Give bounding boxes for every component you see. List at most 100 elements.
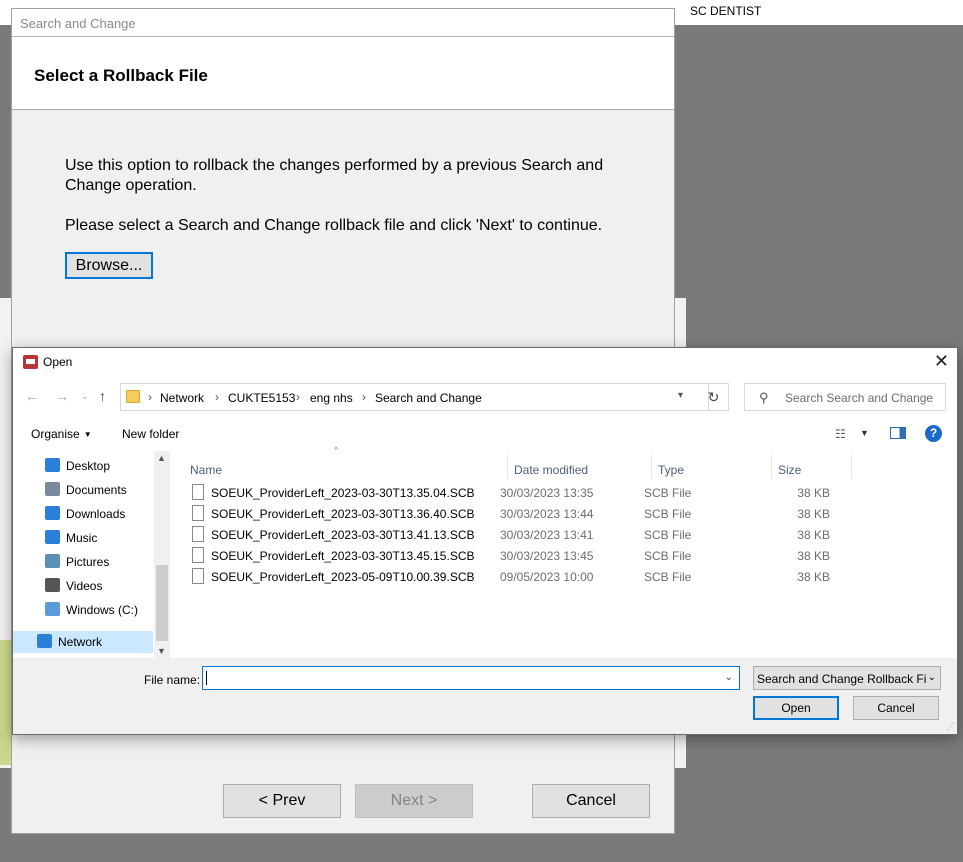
- breadcrumb-separator-icon: ›: [148, 390, 152, 404]
- file-size: 38 KB: [797, 507, 830, 521]
- dialog-title: Open: [43, 355, 73, 369]
- file-name: SOEUK_ProviderLeft_2023-03-30T13.36.40.S…: [211, 507, 475, 521]
- nav-item-desktop[interactable]: Desktop: [13, 455, 153, 477]
- file-size: 38 KB: [797, 528, 830, 542]
- next-button[interactable]: Next >: [355, 784, 473, 818]
- file-row[interactable]: SOEUK_ProviderLeft_2023-03-30T13.41.13.S…: [190, 524, 840, 545]
- breadcrumb-network[interactable]: Network: [160, 391, 204, 405]
- file-type: SCB File: [644, 528, 692, 542]
- chevron-down-icon[interactable]: ⌄: [725, 672, 733, 683]
- column-header-size[interactable]: Size: [772, 455, 852, 479]
- nav-item-documents[interactable]: Documents: [13, 479, 153, 501]
- column-header-type[interactable]: Type: [652, 455, 772, 479]
- file-type-select[interactable]: Search and Change Rollback Fil ⌄: [753, 666, 941, 690]
- prev-button[interactable]: < Prev: [223, 784, 341, 818]
- nav-item-network[interactable]: Network: [13, 631, 153, 653]
- wizard-titlebar: Search and Change: [12, 9, 674, 37]
- file-name: SOEUK_ProviderLeft_2023-03-30T13.45.15.S…: [211, 549, 475, 563]
- folder-icon: [126, 390, 140, 403]
- file-size: 38 KB: [797, 486, 830, 500]
- breadcrumb-computer[interactable]: CUKTE5153: [228, 391, 295, 405]
- forward-arrow-icon[interactable]: →: [55, 388, 69, 404]
- file-size: 38 KB: [797, 570, 830, 584]
- dialog-footer: File name: ⌄ Search and Change Rollback …: [13, 658, 957, 734]
- navigation-scrollbar[interactable]: ▲ ▼: [154, 451, 170, 658]
- organise-button[interactable]: Organise ▼: [31, 427, 92, 441]
- column-header-name[interactable]: Name: [184, 455, 508, 479]
- videos-icon: [45, 578, 60, 592]
- address-row: ← → ⌄ ↑ › Network › CUKTE5153 › eng nhs …: [13, 382, 957, 412]
- back-arrow-icon[interactable]: ←: [25, 388, 39, 404]
- view-options-icon[interactable]: ☷: [835, 427, 846, 441]
- file-name: SOEUK_ProviderLeft_2023-03-30T13.35.04.S…: [211, 486, 475, 500]
- file-date: 30/03/2023 13:44: [500, 507, 594, 521]
- file-type: SCB File: [644, 570, 692, 584]
- app-icon: [23, 355, 38, 369]
- preview-pane-icon[interactable]: [890, 427, 906, 439]
- file-type: SCB File: [644, 486, 692, 500]
- nav-item-label: Windows (C:): [66, 603, 139, 617]
- wizard-instruction: Please select a Search and Change rollba…: [65, 217, 603, 234]
- scroll-up-icon[interactable]: ▲: [157, 453, 166, 463]
- column-header-date[interactable]: Date modified: [508, 455, 652, 479]
- file-date: 09/05/2023 10:00: [500, 570, 594, 584]
- refresh-icon[interactable]: ↻: [699, 383, 729, 411]
- breadcrumb-share[interactable]: eng nhs: [310, 391, 353, 405]
- file-type-value: Search and Change Rollback Fil: [757, 672, 930, 686]
- resize-grip-icon[interactable]: ⋰: [946, 721, 955, 732]
- file-name: SOEUK_ProviderLeft_2023-05-09T10.00.39.S…: [211, 570, 475, 584]
- file-size: 38 KB: [797, 549, 830, 563]
- breadcrumb-separator-icon: ›: [362, 390, 366, 404]
- open-button[interactable]: Open: [753, 696, 839, 720]
- browse-button[interactable]: Browse...: [65, 252, 153, 279]
- close-icon[interactable]: ✕: [934, 351, 949, 371]
- wizard-description: Use this option to rollback the changes …: [65, 157, 604, 194]
- file-name: SOEUK_ProviderLeft_2023-03-30T13.41.13.S…: [211, 528, 475, 542]
- nav-item-label: Downloads: [66, 507, 126, 521]
- nav-item-label: Documents: [66, 483, 127, 497]
- scroll-thumb[interactable]: [156, 565, 168, 641]
- documents-icon: [45, 482, 60, 496]
- search-input[interactable]: ⚲ Search Search and Change: [744, 383, 946, 411]
- nav-item-drive[interactable]: Windows (C:): [13, 599, 153, 621]
- file-name-input[interactable]: ⌄: [202, 666, 740, 690]
- up-arrow-icon[interactable]: ↑: [99, 388, 106, 404]
- help-icon[interactable]: ?: [925, 425, 942, 442]
- scroll-down-icon[interactable]: ▼: [157, 646, 166, 656]
- drive-icon: [45, 602, 60, 616]
- dialog-cancel-button[interactable]: Cancel: [853, 696, 939, 720]
- file-list: ^ Name Date modified Type Size SOEUK_Pro…: [170, 445, 957, 658]
- address-bar[interactable]: › Network › CUKTE5153 › eng nhs › Search…: [120, 383, 709, 411]
- new-folder-button[interactable]: New folder: [122, 427, 179, 441]
- text-cursor: [206, 671, 207, 685]
- search-icon: ⚲: [759, 390, 769, 405]
- file-type: SCB File: [644, 507, 692, 521]
- file-date: 30/03/2023 13:35: [500, 486, 594, 500]
- nav-item-videos[interactable]: Videos: [13, 575, 153, 597]
- breadcrumb-current[interactable]: Search and Change: [375, 391, 482, 405]
- background-app-label: SC DENTIST: [690, 4, 762, 18]
- file-row[interactable]: SOEUK_ProviderLeft_2023-03-30T13.45.15.S…: [190, 545, 840, 566]
- nav-item-pictures[interactable]: Pictures: [13, 551, 153, 573]
- music-icon: [45, 530, 60, 544]
- nav-item-downloads[interactable]: Downloads: [13, 503, 153, 525]
- organise-label: Organise: [31, 427, 80, 441]
- file-name-label: File name:: [144, 673, 201, 687]
- wizard-body: Use this option to rollback the changes …: [12, 110, 612, 279]
- nav-item-label: Network: [58, 635, 103, 649]
- recent-locations-icon[interactable]: ⌄: [81, 391, 89, 402]
- chevron-down-icon[interactable]: ▾: [678, 390, 683, 401]
- desktop-icon: [45, 458, 60, 472]
- pictures-icon: [45, 554, 60, 568]
- view-dropdown-icon[interactable]: ▼: [860, 428, 869, 438]
- file-date: 30/03/2023 13:41: [500, 528, 594, 542]
- file-icon: [192, 484, 204, 500]
- file-row[interactable]: SOEUK_ProviderLeft_2023-05-09T10.00.39.S…: [190, 566, 840, 587]
- nav-item-label: Desktop: [66, 459, 111, 473]
- file-type: SCB File: [644, 549, 692, 563]
- file-row[interactable]: SOEUK_ProviderLeft_2023-03-30T13.35.04.S…: [190, 482, 840, 503]
- wizard-cancel-button[interactable]: Cancel: [532, 784, 650, 818]
- nav-item-label: Pictures: [66, 555, 110, 569]
- nav-item-music[interactable]: Music: [13, 527, 153, 549]
- file-row[interactable]: SOEUK_ProviderLeft_2023-03-30T13.36.40.S…: [190, 503, 840, 524]
